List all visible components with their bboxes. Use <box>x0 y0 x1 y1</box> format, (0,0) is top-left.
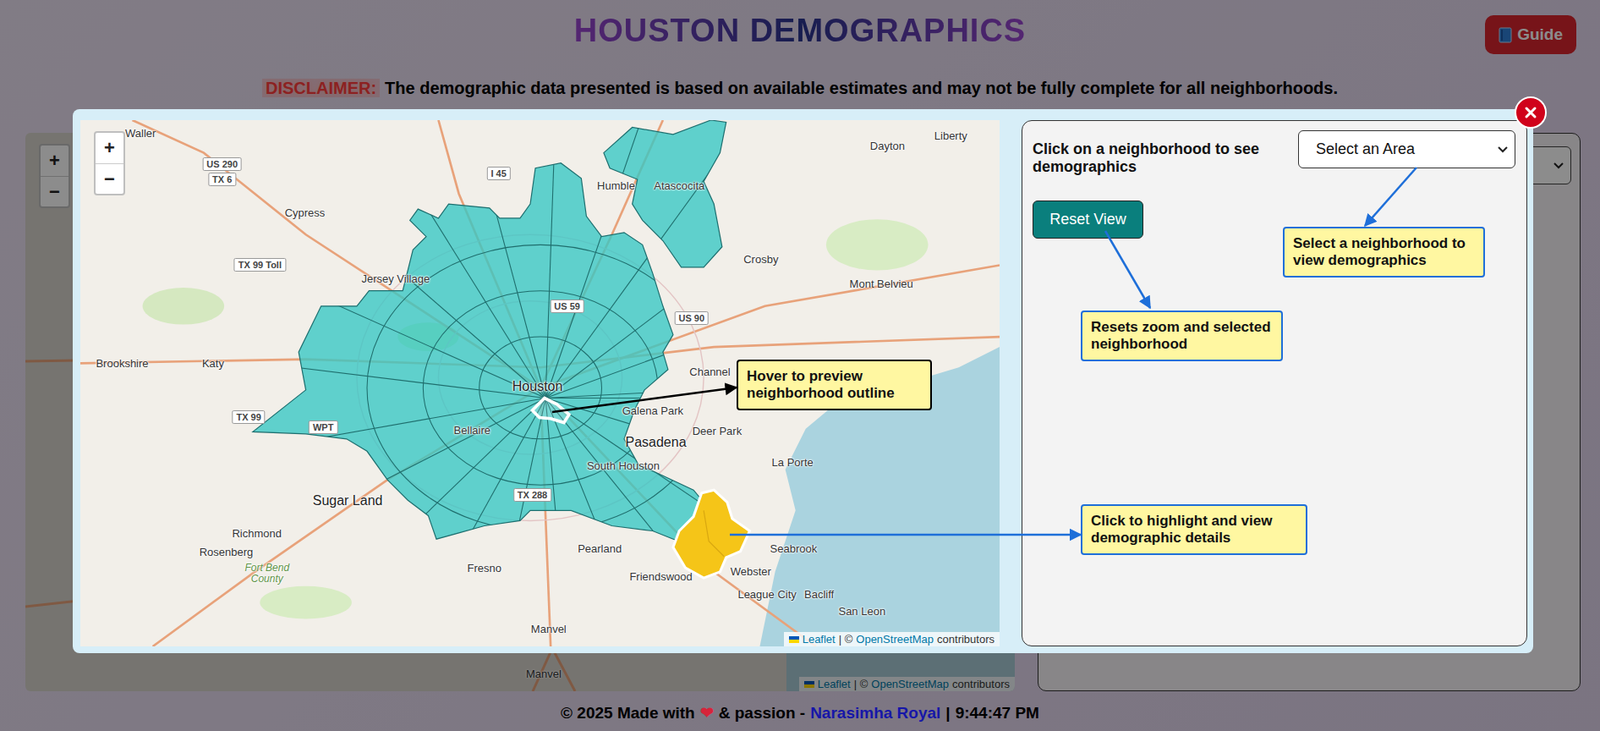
map-label: Fort Bend County <box>240 562 295 585</box>
annotation-callout: Click to highlight and view demographic … <box>1080 504 1308 555</box>
neighborhood-region[interactable] <box>252 163 704 542</box>
map-label: Galena Park <box>622 403 684 417</box>
map-label: Deer Park <box>692 423 743 437</box>
panel-header: Click on a neighborhood to see demograph… <box>1032 130 1516 176</box>
map-label: Crosby <box>743 252 779 266</box>
map-label: Manvel <box>531 621 567 635</box>
map-label: Pearland <box>577 541 622 554</box>
zoom-in-button[interactable]: + <box>95 132 124 164</box>
highlighted-neighborhood[interactable] <box>673 489 750 578</box>
map-label: La Porte <box>772 455 814 469</box>
select-value: Select an Area <box>1315 140 1415 159</box>
zoom-out-button[interactable]: − <box>95 163 124 194</box>
map-label: San Leon <box>838 604 886 618</box>
chevron-down-icon <box>1497 146 1508 154</box>
map-attribution: Leaflet| ©OpenStreetMapcontributors <box>783 631 1000 647</box>
map-label: Pasadena <box>624 434 686 450</box>
hover-outline[interactable] <box>531 398 569 423</box>
road-shield: US 59 <box>549 299 585 313</box>
map-label: Dayton <box>870 139 905 153</box>
ukraine-flag-icon <box>789 635 800 643</box>
clock-time: 9:44:47 PM <box>955 702 1040 724</box>
reset-view-button[interactable]: Reset View <box>1032 200 1144 239</box>
leaflet-link[interactable]: Leaflet <box>802 632 836 646</box>
map-label: Webster <box>730 564 772 578</box>
instruction-text: Click on a neighborhood to see demograph… <box>1032 140 1295 176</box>
guide-panel: Click on a neighborhood to see demograph… <box>1021 120 1528 647</box>
road-shield: WPT <box>308 420 338 434</box>
map-label: League City <box>737 586 796 600</box>
map-label: Fresno <box>467 560 502 574</box>
map-label: Mont Belvieu <box>849 277 914 291</box>
heart-icon: ❤ <box>700 702 714 724</box>
map-label: Richmond <box>231 526 282 539</box>
map-label: Katy <box>202 356 225 370</box>
map-label: Bellaire <box>454 422 491 436</box>
map-label: Cypress <box>284 205 326 219</box>
road-shield: US 290 <box>202 157 242 171</box>
map-label: South Houston <box>586 458 660 472</box>
copyright-text: © 2025 Made with <box>560 702 696 724</box>
road-shield: TX 99 Toll <box>234 257 286 272</box>
zoom-control: +− <box>93 131 126 196</box>
map-label: Atascocita <box>653 179 705 192</box>
road-shield: TX 6 <box>208 172 236 187</box>
annotation-callout: Hover to preview neighborhood outline <box>736 359 932 411</box>
annotation-callout: Select a neighborhood to view demographi… <box>1282 226 1485 278</box>
map-label: Jersey Village <box>361 272 430 285</box>
map-label: Rosenberg <box>199 545 254 559</box>
map-label: Waller <box>125 126 156 139</box>
annotation-callout: Resets zoom and selected neighborhood <box>1080 310 1283 362</box>
osm-link[interactable]: OpenStreetMap <box>855 632 934 646</box>
map-label: Houston <box>512 378 564 395</box>
map-label: Channel <box>689 364 730 378</box>
map-label: Sugar Land <box>312 493 384 509</box>
road-shield: TX 288 <box>513 487 552 502</box>
footer-text: & passion - <box>718 702 806 724</box>
neighborhood-region[interactable] <box>603 120 727 268</box>
footer: © 2025 Made with❤& passion -Narasimha Ro… <box>0 702 1600 724</box>
map-label: Bacliff <box>804 586 834 600</box>
guide-modal: Waller Cypress Jersey Village Brookshire Kat… <box>72 109 1534 653</box>
map-label: Humble <box>597 179 636 192</box>
attribution-text: contributors <box>936 632 995 646</box>
close-button[interactable] <box>1514 96 1547 129</box>
road-shield: TX 99 <box>231 410 265 424</box>
attribution-text: | © <box>838 632 854 646</box>
map-label: Liberty <box>934 129 968 143</box>
area-select[interactable]: Select an Area <box>1298 130 1516 169</box>
author-link[interactable]: Narasimha Royal <box>810 702 941 724</box>
footer-separator: | <box>945 702 950 724</box>
close-icon <box>1523 105 1538 120</box>
map-label: Brookshire <box>95 356 148 370</box>
road-shield: I 45 <box>487 166 511 181</box>
map-label: Friendswood <box>629 569 692 583</box>
road-shield: US 90 <box>674 311 710 325</box>
map-label: Seabrook <box>770 541 818 554</box>
